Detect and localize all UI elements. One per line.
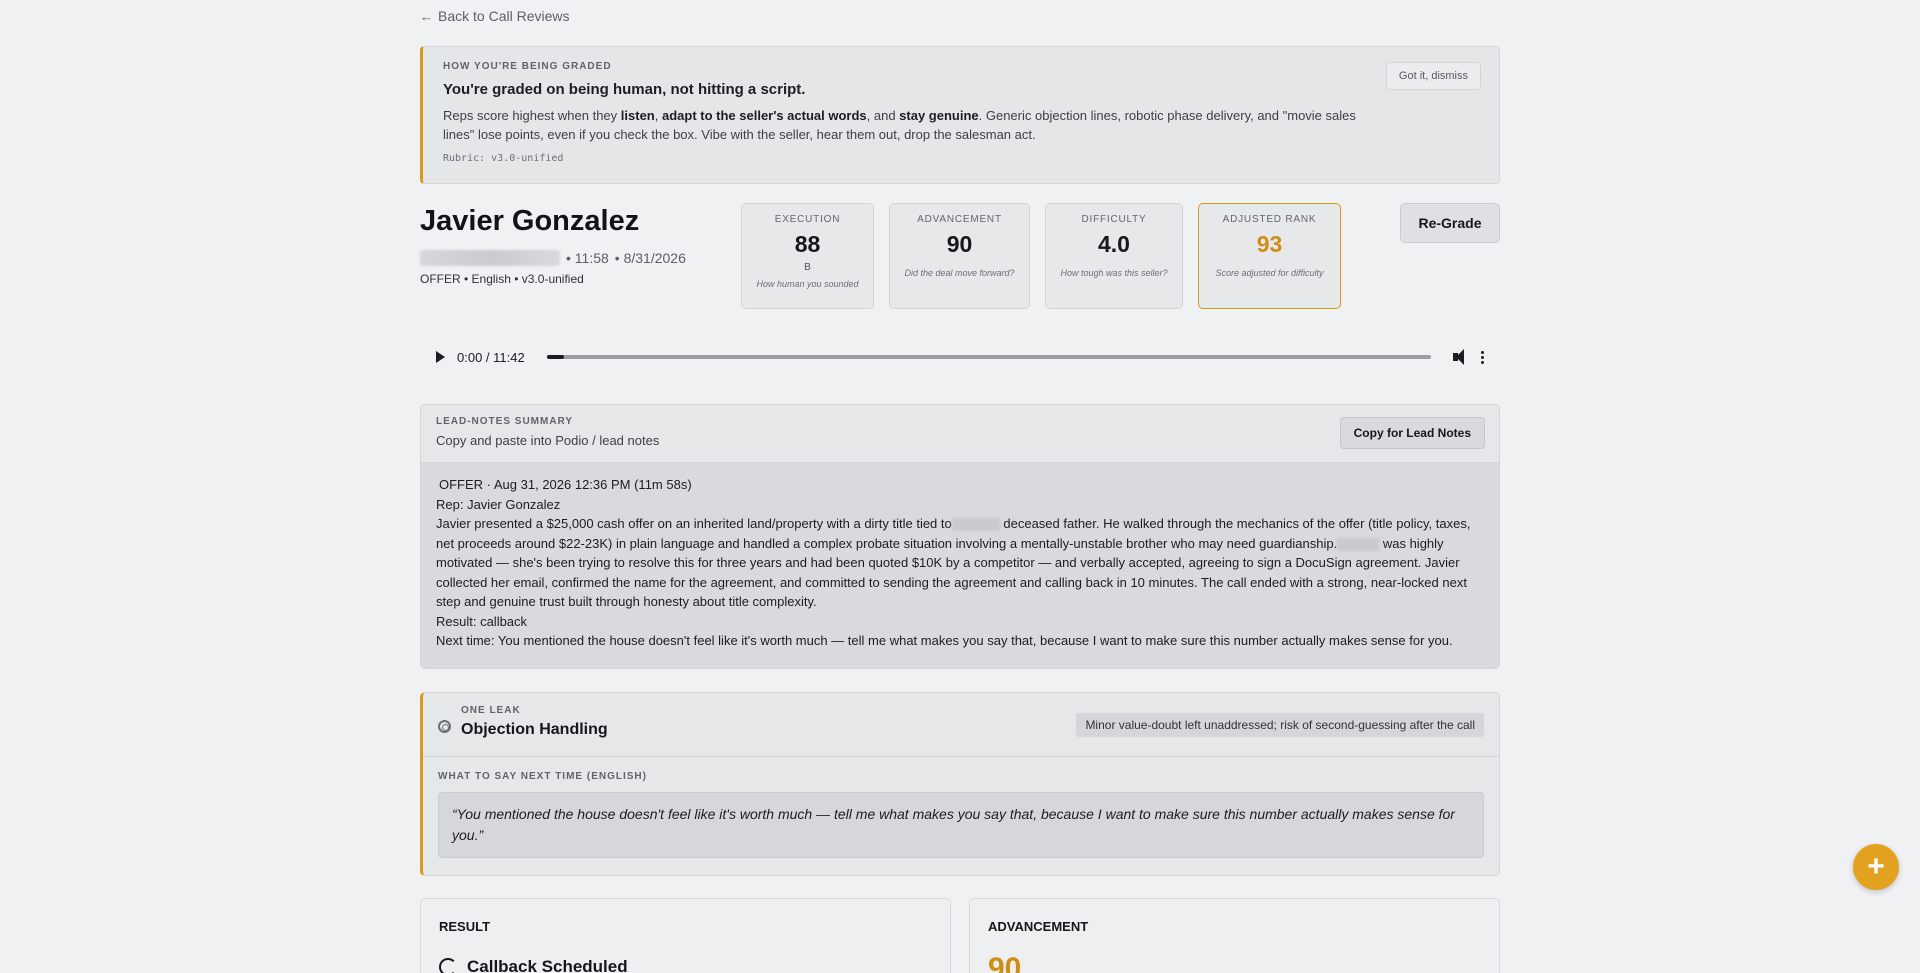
result-panel-title: RESULT [439, 919, 491, 934]
result-status: Callback Scheduled [439, 957, 932, 973]
call-meta: • 11:58 • 8/31/2026 [420, 250, 686, 266]
redacted-name [951, 518, 1000, 532]
plus-icon: + [1867, 850, 1885, 883]
banner-text: Reps score highest when they [443, 108, 621, 123]
redacted-phone [420, 250, 560, 266]
banner-emphasis: stay genuine [899, 108, 979, 123]
audio-player: 0:00 / 11:42 [420, 343, 1500, 371]
score-label: ADVANCEMENT [917, 214, 1002, 225]
target-icon [438, 720, 451, 733]
score-label: ADJUSTED RANK [1222, 214, 1317, 225]
score-grade: B [804, 262, 811, 273]
banner-eyebrow: HOW YOU'RE BEING GRADED [443, 61, 612, 72]
suggested-quote: “You mentioned the house doesn't feel li… [438, 792, 1484, 858]
score-value: 4.0 [1098, 231, 1130, 257]
audio-progress-fill [546, 355, 565, 359]
score-label: EXECUTION [774, 214, 841, 225]
back-arrow-icon: ← [420, 8, 433, 24]
lead-notes-subtitle: Copy and paste into Podio / lead notes [436, 433, 660, 448]
lead-notes-line: OFFER · Aug 31, 2026 12:36 PM (11m 58s) [439, 477, 692, 492]
rubric-version: Rubric: v3.0-unified [443, 153, 564, 164]
call-date: • 8/31/2026 [614, 250, 686, 266]
lead-notes-card: LEAD-NOTES SUMMARY Copy and paste into P… [420, 404, 1500, 669]
one-leak-card: ONE LEAK Objection Handling Minor value-… [420, 692, 1500, 876]
lead-notes-body: OFFER · Aug 31, 2026 12:36 PM (11m 58s) … [421, 463, 1499, 668]
lead-notes-result: Result: callback [436, 613, 528, 629]
one-leak-badge: Minor value-doubt left unaddressed; risk… [1076, 713, 1484, 737]
callback-icon [439, 958, 457, 973]
advancement-score-card: ADVANCEMENT 90 Did the deal move forward… [889, 203, 1030, 309]
lead-notes-eyebrow: LEAD-NOTES SUMMARY [436, 416, 574, 427]
lead-notes-line: Rep: Javier Gonzalez [436, 496, 561, 512]
what-to-say-label: WHAT TO SAY NEXT TIME (ENGLISH) [438, 771, 647, 782]
add-floating-button[interactable]: + [1853, 844, 1899, 890]
regrade-button[interactable]: Re-Grade [1400, 203, 1500, 243]
back-to-call-reviews-link[interactable]: ← Back to Call Reviews [420, 8, 570, 24]
score-value: 88 [794, 231, 821, 257]
volume-icon[interactable] [1453, 349, 1469, 365]
result-panel: RESULT Callback Scheduled [420, 898, 951, 973]
one-leak-header: ONE LEAK Objection Handling Minor value-… [423, 693, 1499, 757]
one-leak-title: Objection Handling [461, 721, 608, 738]
dismiss-banner-button[interactable]: Got it, dismiss [1385, 62, 1481, 90]
banner-text: , [654, 108, 662, 123]
banner-text: , and [866, 108, 900, 123]
result-status-label: Callback Scheduled [467, 957, 628, 973]
call-duration: • 11:58 [566, 250, 609, 266]
score-value: 90 [946, 231, 973, 257]
back-link-label: Back to Call Reviews [438, 8, 570, 24]
audio-progress-track[interactable] [546, 355, 1431, 359]
play-icon[interactable] [436, 351, 445, 363]
more-options-icon[interactable] [1481, 350, 1484, 364]
score-label: DIFFICULTY [1081, 214, 1147, 225]
banner-headline: You're graded on being human, not hittin… [443, 81, 806, 98]
banner-emphasis: listen [620, 108, 655, 123]
lead-notes-next-time: Next time: You mentioned the house doesn… [436, 633, 1453, 648]
summary-text: Javier presented a $25,000 cash offer on… [436, 516, 952, 531]
advancement-panel-value: 90 [988, 952, 1022, 973]
one-leak-eyebrow: ONE LEAK [461, 705, 521, 716]
rep-name-title: Javier Gonzalez [420, 205, 640, 237]
lead-notes-header: LEAD-NOTES SUMMARY Copy and paste into P… [421, 405, 1499, 463]
redacted-name [1337, 537, 1380, 551]
banner-emphasis: adapt to the seller's actual words [661, 108, 867, 123]
copy-lead-notes-button[interactable]: Copy for Lead Notes [1339, 417, 1485, 449]
score-hint: Score adjusted for difficulty [1215, 268, 1324, 278]
execution-score-card: EXECUTION 88 B How human you sounded [741, 203, 874, 309]
audio-time: 0:00 / 11:42 [457, 349, 525, 365]
advancement-panel: ADVANCEMENT 90 [969, 898, 1500, 973]
score-hint: How tough was this seller? [1060, 268, 1168, 278]
score-hint: Did the deal move forward? [904, 268, 1015, 278]
difficulty-score-card: DIFFICULTY 4.0 How tough was this seller… [1045, 203, 1183, 309]
banner-body: Reps score highest when they listen, ada… [443, 106, 1363, 144]
call-tags: OFFER • English • v3.0-unified [420, 272, 584, 286]
one-leak-body: WHAT TO SAY NEXT TIME (ENGLISH) “You men… [423, 757, 1499, 872]
advancement-panel-title: ADVANCEMENT [988, 919, 1089, 934]
grading-info-banner: HOW YOU'RE BEING GRADED You're graded on… [420, 46, 1500, 184]
lead-notes-summary: Javier presented a $25,000 cash offer on… [436, 514, 1484, 612]
score-hint: How human you sounded [756, 279, 859, 289]
adjusted-rank-score-card: ADJUSTED RANK 93 Score adjusted for diff… [1198, 203, 1341, 309]
score-value: 93 [1256, 231, 1283, 257]
